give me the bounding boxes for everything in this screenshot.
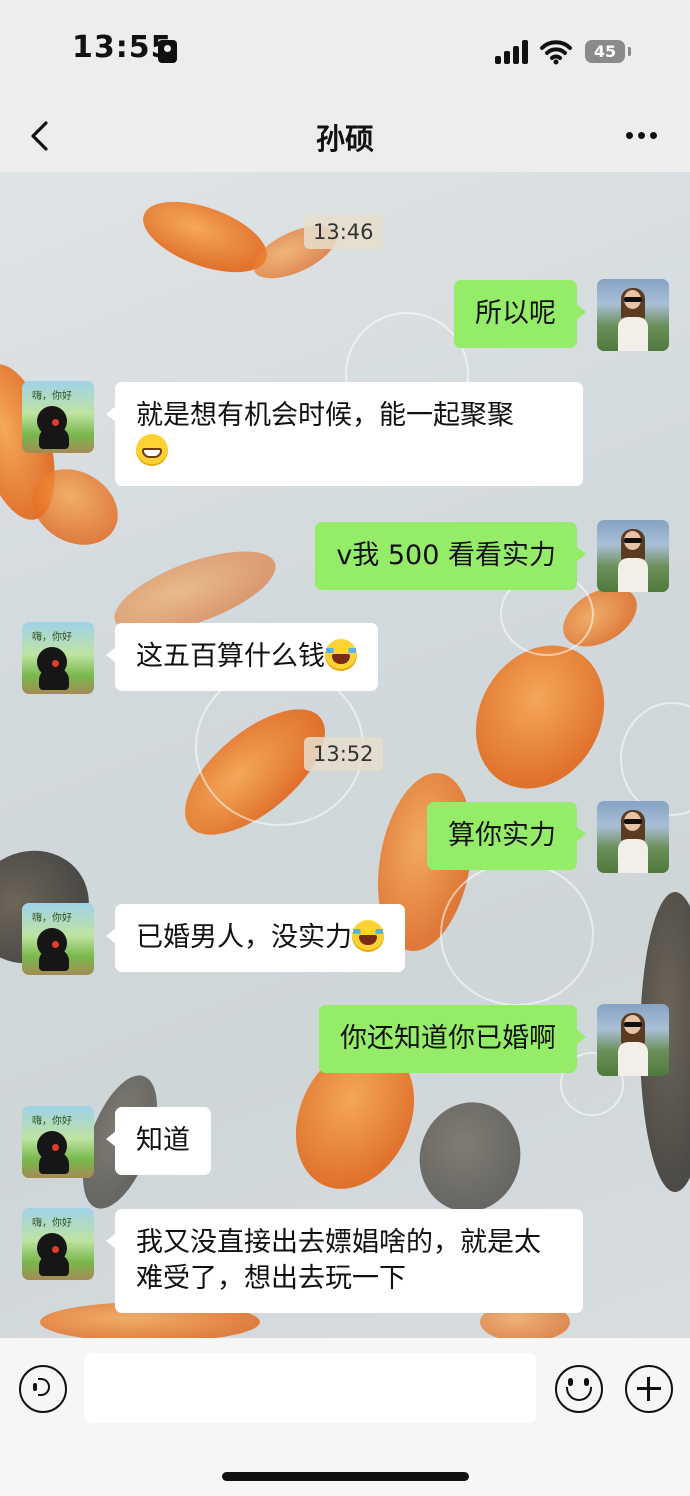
contact-avatar[interactable]: 嗨，你好 (22, 622, 94, 694)
chat-area[interactable]: 13:46 所以呢 嗨，你好 就是想有机会时候，能一起聚聚 v我 500 看看实… (0, 172, 690, 1338)
message-text: 我又没直接出去嫖娼啥的，就是太难受了，想出去玩一下 (136, 1227, 541, 1294)
sent-message[interactable]: 算你实力 (427, 802, 586, 870)
received-message[interactable]: 就是想有机会时候，能一起聚聚 (106, 382, 583, 486)
message-text: v我 500 看看实力 (336, 540, 556, 571)
chat-title: 孙硕 (315, 122, 374, 156)
cellular-signal-icon (495, 40, 531, 64)
received-message[interactable]: 这五百算什么钱 (106, 623, 378, 691)
sent-message[interactable]: 你还知道你已婚啊 (319, 1005, 586, 1073)
wifi-icon (540, 40, 572, 65)
contact-card-icon (158, 40, 177, 63)
timestamp: 13:46 (304, 215, 383, 249)
my-avatar[interactable] (597, 1004, 669, 1076)
grin-emoji-icon (136, 434, 168, 466)
add-attachment-icon[interactable] (625, 1365, 673, 1413)
received-message[interactable]: 我又没直接出去嫖娼啥的，就是太难受了，想出去玩一下 (106, 1209, 583, 1313)
my-avatar[interactable] (597, 520, 669, 592)
timestamp: 13:52 (304, 737, 383, 771)
more-options-icon[interactable] (620, 120, 664, 150)
message-text: 这五百算什么钱 (136, 641, 325, 672)
my-avatar[interactable] (597, 801, 669, 873)
message-text: 你还知道你已婚啊 (340, 1023, 556, 1054)
received-message[interactable]: 已婚男人，没实力 (106, 904, 405, 972)
message-text: 知道 (136, 1125, 190, 1156)
tears-of-joy-emoji-icon (325, 639, 357, 671)
avatar-text: 嗨，你好 (32, 1218, 72, 1229)
sent-message[interactable]: 所以呢 (454, 280, 586, 348)
my-avatar[interactable] (597, 279, 669, 351)
avatar-text: 嗨，你好 (32, 913, 72, 924)
crying-laughing-emoji-icon (352, 920, 384, 952)
voice-input-icon[interactable] (19, 1365, 67, 1413)
home-indicator[interactable] (222, 1472, 469, 1481)
message-text: 算你实力 (448, 820, 556, 851)
avatar-text: 嗨，你好 (32, 632, 72, 643)
message-input[interactable] (84, 1353, 536, 1423)
avatar-text: 嗨，你好 (32, 391, 72, 402)
message-text: 已婚男人，没实力 (136, 922, 352, 953)
avatar-text: 嗨，你好 (32, 1116, 72, 1127)
battery-icon: 45 (585, 40, 625, 63)
sent-message[interactable]: v我 500 看看实力 (315, 522, 586, 590)
message-text: 所以呢 (475, 298, 556, 329)
received-message[interactable]: 知道 (106, 1107, 211, 1175)
contact-avatar[interactable]: 嗨，你好 (22, 1208, 94, 1280)
emoji-picker-icon[interactable] (555, 1365, 603, 1413)
message-text: 就是想有机会时候，能一起聚聚 (136, 400, 514, 431)
contact-avatar[interactable]: 嗨，你好 (22, 381, 94, 453)
contact-avatar[interactable]: 嗨，你好 (22, 1106, 94, 1178)
status-bar: 13:55 45 (0, 0, 690, 100)
chat-header: 孙硕 (0, 100, 690, 172)
battery-tip (628, 47, 631, 56)
contact-avatar[interactable]: 嗨，你好 (22, 903, 94, 975)
